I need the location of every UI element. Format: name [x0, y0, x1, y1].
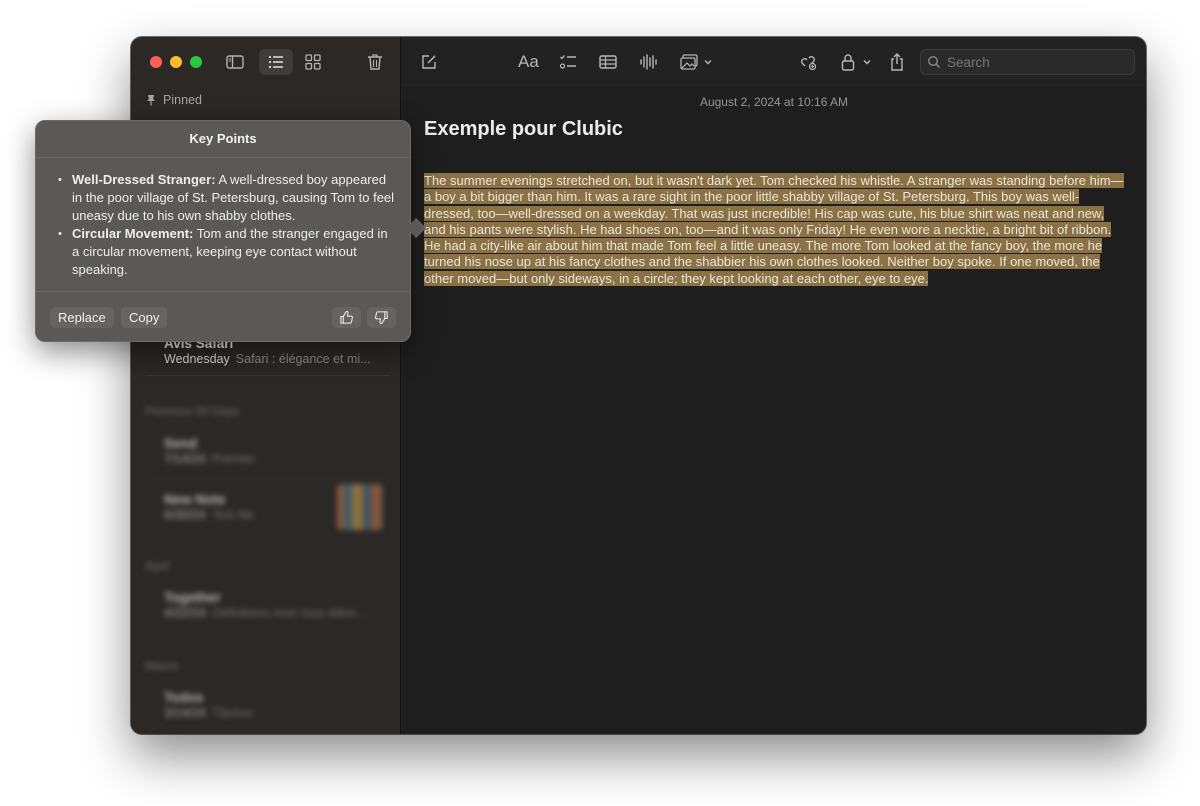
table-button[interactable] [598, 51, 618, 73]
close-window-button[interactable] [150, 56, 162, 68]
note-item-date: 4/22/24 [164, 606, 206, 620]
list-view-button[interactable] [259, 49, 293, 75]
toolbar: Aa [402, 37, 1146, 87]
copy-button[interactable]: Copy [121, 307, 168, 328]
note-item-preview: Définitions mon tous élém... [211, 606, 366, 620]
note-item-preview: Test file [211, 508, 255, 522]
divider [36, 291, 410, 292]
chevron-down-icon [863, 60, 871, 65]
lock-menu-button[interactable] [838, 51, 872, 73]
replace-button[interactable]: Replace [50, 307, 114, 328]
note-list-item[interactable]: Todos 3/14/24 Tâches [164, 690, 384, 720]
pin-icon [147, 95, 155, 106]
thumbs-up-button[interactable] [332, 307, 361, 328]
share-button[interactable] [887, 51, 907, 73]
popover-title: Key Points [189, 131, 257, 146]
note-list-item[interactable]: Together 4/22/24 Définitions mon tous élé… [164, 590, 384, 620]
gallery-view-button[interactable] [296, 49, 330, 75]
divider [145, 477, 390, 478]
media-menu-button[interactable] [679, 51, 713, 73]
section-header: March [145, 659, 179, 673]
search-field[interactable] [920, 49, 1135, 75]
photo-icon [680, 54, 698, 70]
note-title[interactable]: Exemple pour Clubic [424, 118, 623, 141]
pinned-label: Pinned [163, 93, 202, 107]
note-body[interactable]: The summer evenings stretched on, but it… [424, 173, 1127, 287]
zoom-window-button[interactable] [190, 56, 202, 68]
note-thumbnail [337, 484, 383, 530]
section-header: April [145, 559, 170, 573]
key-point-term: Circular Movement: [72, 226, 194, 241]
checklist-button[interactable] [558, 51, 578, 73]
section-header: Previous 30 Days [145, 404, 240, 418]
new-note-button[interactable] [419, 51, 439, 73]
note-item-title: New Note [164, 492, 226, 507]
note-item-date: 3/14/24 [164, 706, 206, 720]
divider [145, 375, 390, 376]
note-item-title: Send [164, 436, 198, 451]
key-points-popover: Key Points Well-Dressed Stranger: A well… [35, 120, 426, 342]
list-icon [268, 55, 283, 69]
note-item-date: 6/30/24 [164, 508, 206, 522]
search-icon [927, 55, 941, 69]
note-item-title: Together [164, 590, 221, 605]
collaboration-icon [801, 56, 817, 71]
thumbs-down-button[interactable] [367, 307, 396, 328]
toggle-sidebar-button[interactable] [218, 49, 252, 75]
audio-button[interactable] [638, 51, 658, 73]
minimize-window-button[interactable] [170, 56, 182, 68]
waveform-icon [640, 54, 657, 70]
pinned-section-header: Pinned [145, 93, 202, 107]
note-item-title: Todos [164, 690, 204, 705]
sidebar-icon [226, 55, 244, 69]
note-item-date: 7/14/24 [164, 452, 206, 466]
compose-icon [422, 55, 436, 69]
key-point: Circular Movement: Tom and the stranger … [58, 225, 396, 279]
window-controls [150, 56, 202, 68]
note-item-preview: Tâches [211, 706, 253, 720]
trash-icon [368, 54, 382, 70]
selected-text[interactable]: The summer evenings stretched on, but it… [424, 173, 1124, 286]
delete-note-button[interactable] [358, 49, 392, 75]
note-list-item[interactable]: Send 7/14/24 Premier [164, 436, 384, 466]
checklist-icon [559, 55, 576, 69]
share-icon [891, 53, 903, 71]
chevron-down-icon [704, 60, 712, 65]
key-point-term: Well-Dressed Stranger: [72, 172, 216, 187]
table-icon [599, 55, 617, 69]
collaborate-button[interactable] [798, 51, 818, 73]
note-item-date: Wednesday [164, 352, 230, 366]
note-timestamp: August 2, 2024 at 10:16 AM [699, 95, 849, 109]
lock-icon [841, 54, 855, 71]
thumbs-up-icon [340, 311, 353, 324]
note-item-preview: Safari : élégance et mi... [235, 352, 371, 366]
note-item-preview: Premier [211, 452, 256, 466]
note-editor: Aa Search August 2, 2024 at 10:16 AM Exe… [402, 37, 1146, 734]
key-point: Well-Dressed Stranger: A well-dressed bo… [58, 171, 396, 225]
thumbs-down-icon [375, 311, 388, 324]
format-text-icon: Aa [518, 52, 539, 71]
grid-icon [305, 54, 321, 70]
note-list-item[interactable]: New Note 6/30/24 Test file [164, 492, 324, 522]
format-button[interactable]: Aa [518, 51, 539, 73]
key-points-list: Well-Dressed Stranger: A well-dressed bo… [58, 171, 396, 279]
divider [36, 157, 410, 158]
search-input[interactable] [947, 54, 1117, 70]
